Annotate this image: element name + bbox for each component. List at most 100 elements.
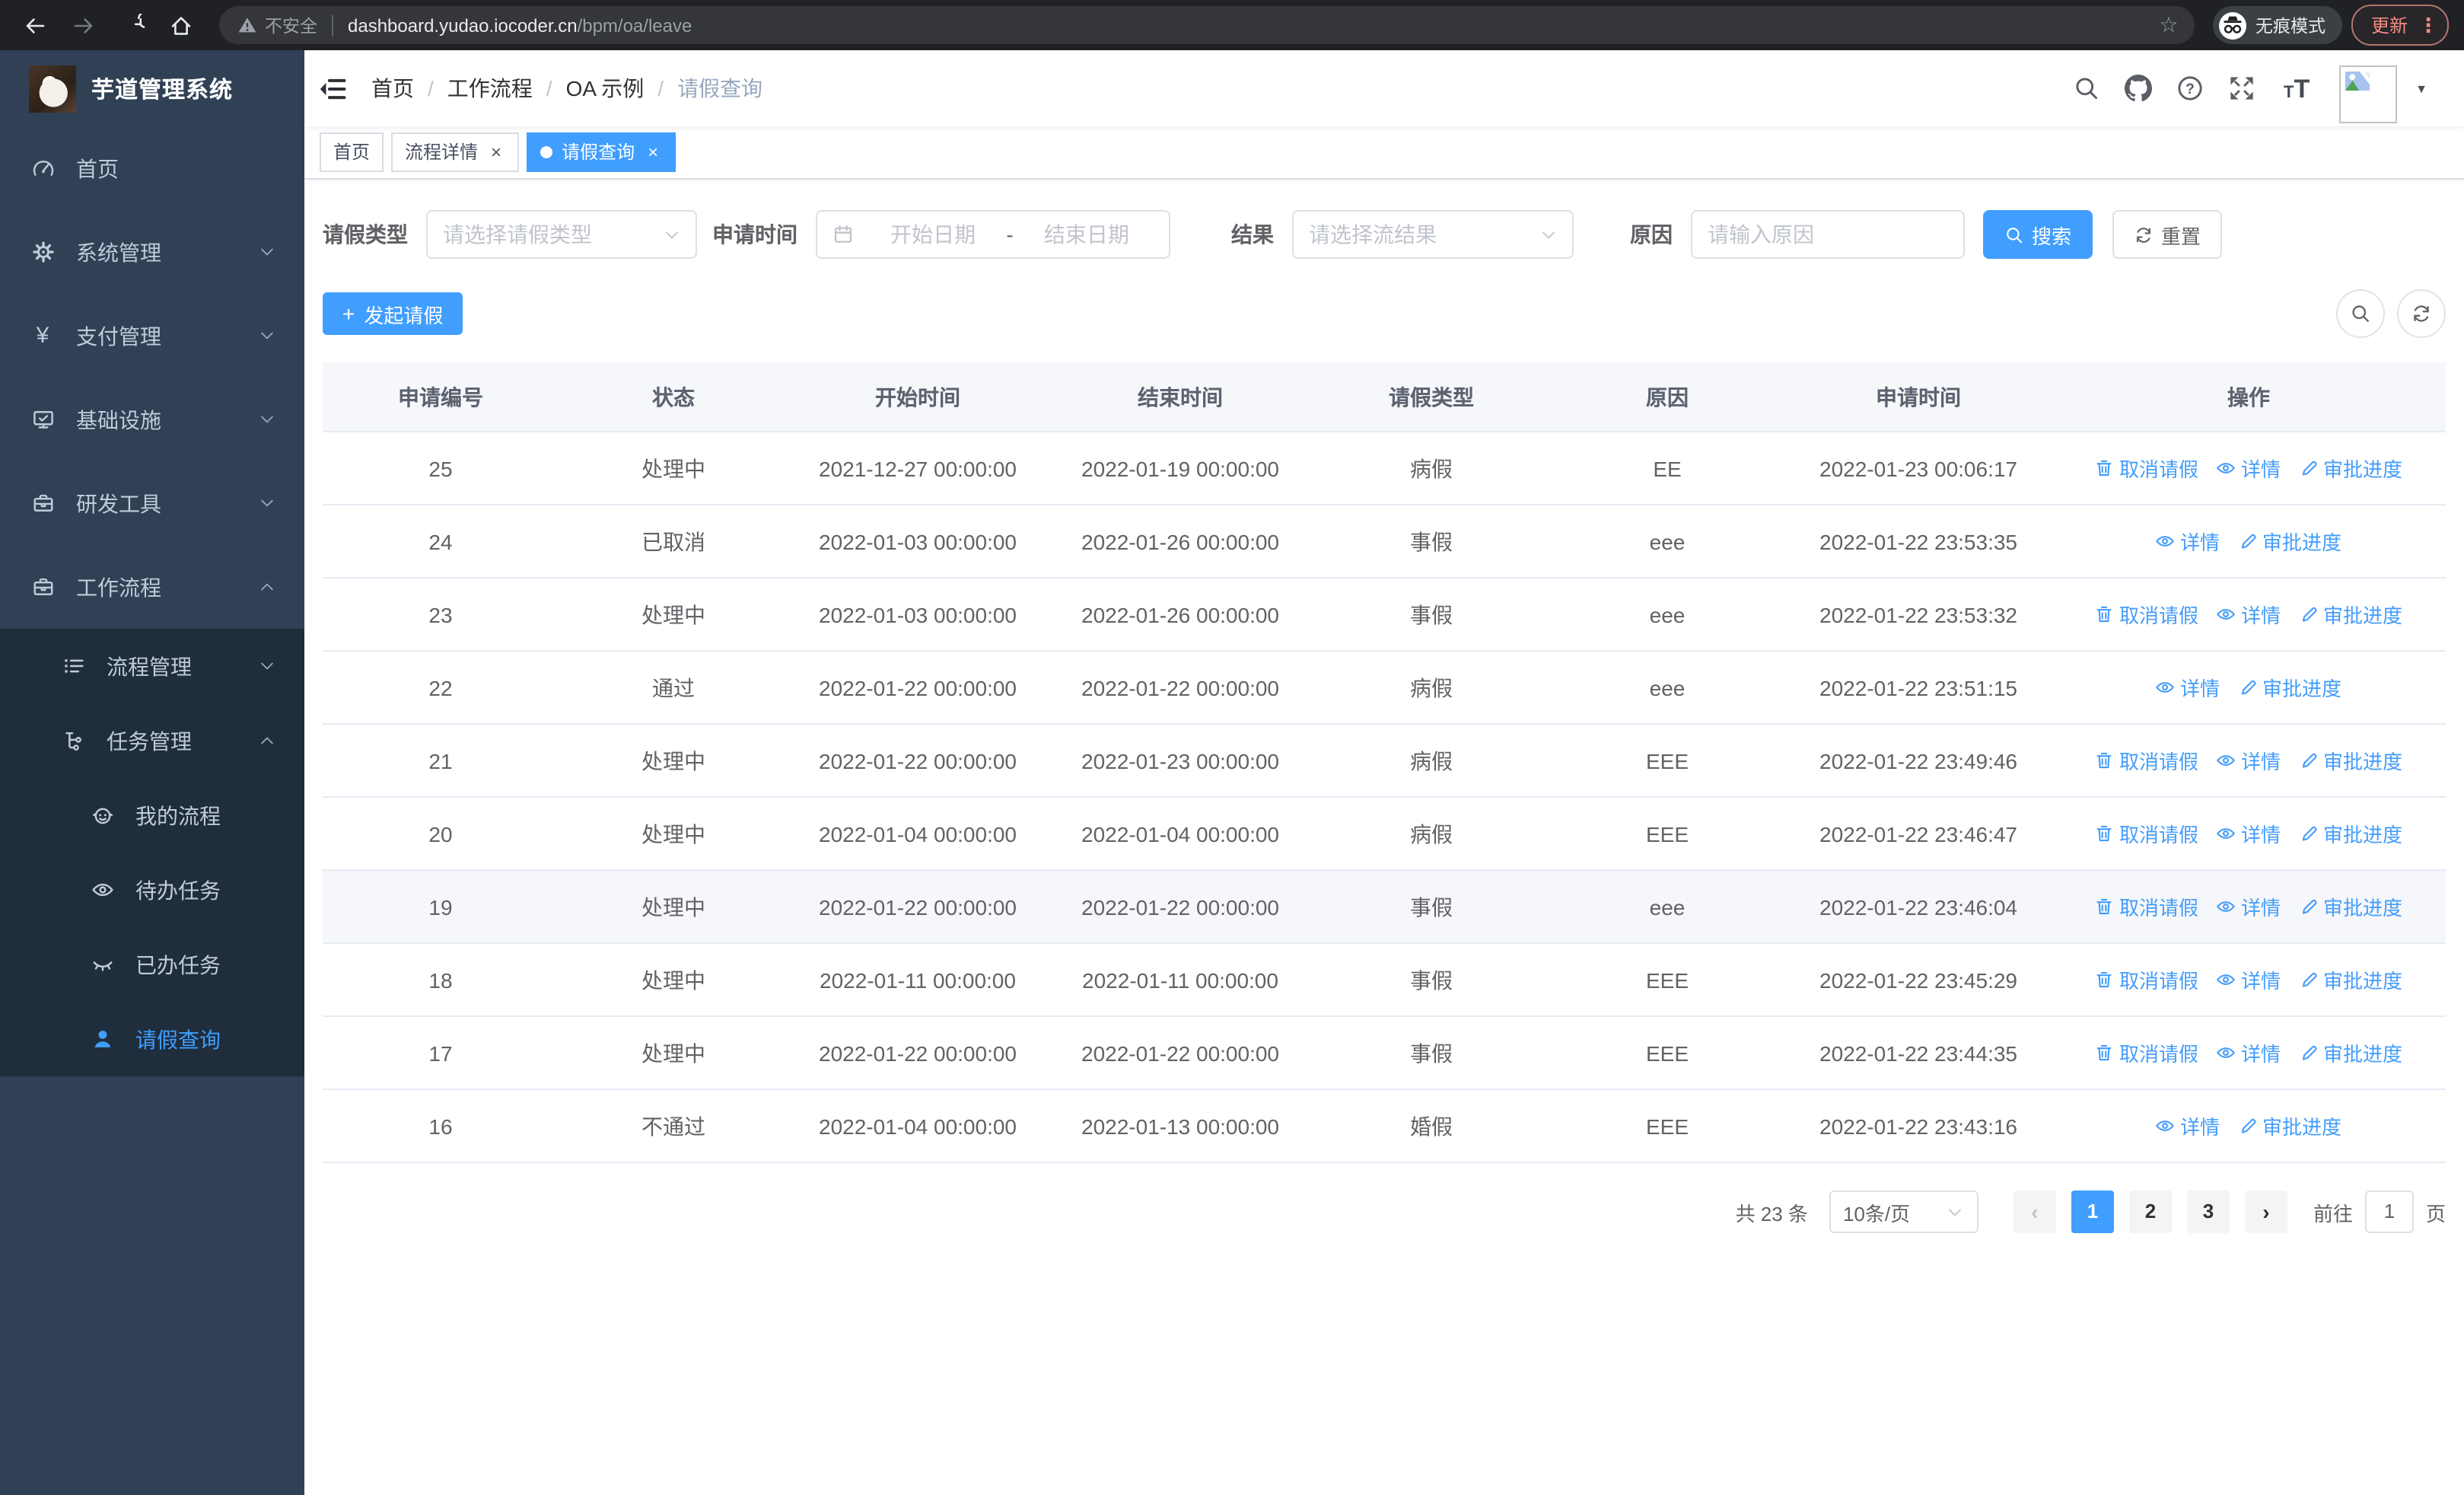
detail-link[interactable]: 详情 <box>2217 1038 2281 1067</box>
tab-close-icon[interactable]: × <box>644 134 662 171</box>
detail-link[interactable]: 详情 <box>2217 892 2281 921</box>
tab-label: 请假查询 <box>562 142 635 163</box>
sidebar-item-my-processes[interactable]: 我的流程 <box>0 778 304 853</box>
action-label: 取消请假 <box>2119 604 2198 627</box>
sidebar-item-label: 工作流程 <box>76 575 161 599</box>
app-logo <box>29 65 76 112</box>
tab-leave-query[interactable]: 请假查询 × <box>527 132 676 172</box>
cancel-leave-link[interactable]: 取消请假 <box>2095 892 2198 921</box>
cell-actions: 取消请假 详情 审批进度 <box>2052 892 2446 921</box>
detail-link[interactable]: 详情 <box>2156 1111 2220 1140</box>
action-label: 详情 <box>2240 751 2281 773</box>
leave-type-select[interactable]: 请选择请假类型 <box>426 210 697 259</box>
cancel-leave-link[interactable]: 取消请假 <box>2095 819 2198 848</box>
sidebar-item-process-management[interactable]: 流程管理 <box>0 629 304 703</box>
detail-link[interactable]: 详情 <box>2156 673 2220 702</box>
sidebar-item-workflow[interactable]: 工作流程 <box>0 545 304 629</box>
approval-progress-link[interactable]: 审批进度 <box>2299 892 2402 921</box>
sidebar-item-leave-query[interactable]: 请假查询 <box>0 1002 304 1076</box>
table-row: 21 处理中 2022-01-22 00:00:00 2022-01-23 00:00… <box>323 725 2446 798</box>
warning-icon[interactable] <box>237 15 257 35</box>
approval-progress-link[interactable]: 审批进度 <box>2238 527 2341 556</box>
forward-icon[interactable] <box>64 5 103 45</box>
sidebar-item-task-management[interactable]: 任务管理 <box>0 703 304 778</box>
home-icon[interactable] <box>161 5 201 45</box>
detail-link[interactable]: 详情 <box>2217 600 2281 629</box>
search-button[interactable]: 搜索 <box>1983 210 2093 259</box>
header-search-icon[interactable] <box>2071 74 2100 103</box>
detail-link[interactable]: 详情 <box>2217 746 2281 775</box>
reload-icon[interactable] <box>113 5 152 45</box>
detail-link[interactable]: 详情 <box>2217 819 2281 848</box>
reset-button[interactable]: 重置 <box>2112 210 2223 259</box>
cancel-leave-link[interactable]: 取消请假 <box>2095 965 2198 994</box>
detail-link[interactable]: 详情 <box>2217 965 2281 994</box>
sidebar-item-system-management[interactable]: /**/ 系统管理 <box>0 210 304 294</box>
sidebar-item-home[interactable]: 首页 <box>0 126 304 210</box>
prev-page-button[interactable]: ‹ <box>2013 1191 2056 1233</box>
tab-home[interactable]: 首页 <box>320 132 384 172</box>
tab-process-detail[interactable]: 流程详情 × <box>391 132 520 172</box>
cell-id: 25 <box>428 456 453 480</box>
approval-progress-link[interactable]: 审批进度 <box>2299 965 2402 994</box>
cancel-leave-link[interactable]: 取消请假 <box>2095 600 2198 629</box>
cell-start: 2022-01-04 00:00:00 <box>819 1114 1017 1138</box>
cell-type: 事假 <box>1410 894 1453 919</box>
sidebar-item-infrastructure[interactable]: 基础设施 <box>0 378 304 461</box>
date-separator: - <box>1006 222 1014 247</box>
show-search-button[interactable] <box>2336 289 2385 338</box>
approval-progress-link[interactable]: 审批进度 <box>2299 746 2402 775</box>
create-leave-button[interactable]: + 发起请假 <box>323 292 463 335</box>
approval-progress-link[interactable]: 审批进度 <box>2238 1111 2341 1140</box>
page-size-select[interactable]: 10条/页 <box>1829 1191 1979 1233</box>
breadcrumb-item[interactable]: OA 示例 <box>566 73 645 104</box>
browser-update-button[interactable]: 更新 ⋮ <box>2351 5 2449 46</box>
approval-progress-link[interactable]: 审批进度 <box>2299 600 2402 629</box>
edit-icon <box>2238 531 2258 551</box>
detail-link[interactable]: 详情 <box>2156 527 2220 556</box>
fullscreen-icon[interactable] <box>2227 74 2255 103</box>
page-button-1[interactable]: 1 <box>2071 1191 2114 1233</box>
page-size-value: 10条/页 <box>1842 1202 1911 1225</box>
apply-time-range[interactable]: 开始日期 - 结束日期 <box>816 210 1170 259</box>
breadcrumb-item[interactable]: 首页 <box>371 73 414 104</box>
sidebar-item-dev-tools[interactable]: 研发工具 <box>0 461 304 545</box>
url-bar[interactable]: 不安全 dashboard.yudao.iocoder.cn/bpm/oa/le… <box>219 6 2195 44</box>
sidebar-toggle-icon[interactable] <box>318 74 347 103</box>
detail-link[interactable]: 详情 <box>2217 454 2281 483</box>
approval-progress-link[interactable]: 审批进度 <box>2299 454 2402 483</box>
back-icon[interactable] <box>15 5 55 45</box>
trash-icon <box>2095 751 2115 770</box>
sidebar-item-done-tasks[interactable]: 已办任务 <box>0 927 304 1002</box>
cancel-leave-link[interactable]: 取消请假 <box>2095 746 2198 775</box>
refresh-table-button[interactable] <box>2397 289 2446 338</box>
avatar-caret-icon[interactable]: ▼ <box>2415 81 2427 95</box>
sidebar-item-payment-management[interactable]: ¥ 支付管理 <box>0 294 304 378</box>
font-size-icon[interactable]: TT <box>2278 74 2315 103</box>
tab-close-icon[interactable]: × <box>487 134 505 171</box>
cancel-leave-link[interactable]: 取消请假 <box>2095 1038 2198 1067</box>
goto-page-input[interactable]: 1 <box>2364 1191 2414 1233</box>
next-page-button[interactable]: › <box>2244 1191 2287 1233</box>
security-label: 不安全 <box>265 18 317 36</box>
result-select[interactable]: 请选择流结果 <box>1292 210 1574 259</box>
approval-progress-link[interactable]: 审批进度 <box>2238 673 2341 702</box>
sidebar-item-todo-tasks[interactable]: 待办任务 <box>0 853 304 927</box>
table-body: 25 处理中 2021-12-27 00:00:00 2022-01-19 00:00… <box>323 432 2446 1163</box>
help-icon[interactable]: ? <box>2175 74 2204 103</box>
approval-progress-link[interactable]: 审批进度 <box>2299 819 2402 848</box>
browser-menu-icon[interactable]: ⋮ <box>2418 13 2438 37</box>
reason-input[interactable]: 请输入原因 <box>1691 210 1965 259</box>
breadcrumb-item[interactable]: 工作流程 <box>447 73 533 104</box>
github-icon[interactable] <box>2123 74 2152 103</box>
start-date-placeholder[interactable]: 开始日期 <box>866 219 1000 250</box>
cancel-leave-link[interactable]: 取消请假 <box>2095 454 2198 483</box>
page-button-2[interactable]: 2 <box>2128 1191 2172 1233</box>
avatar[interactable] <box>2339 65 2398 123</box>
end-date-placeholder[interactable]: 结束日期 <box>1020 219 1154 250</box>
page-button-3[interactable]: 3 <box>2186 1191 2230 1233</box>
approval-progress-link[interactable]: 审批进度 <box>2299 1038 2402 1067</box>
app-logo-row[interactable]: 芋道管理系统 <box>0 50 304 126</box>
bookmark-star-icon[interactable]: ☆ <box>2152 12 2185 38</box>
screen: 不安全 dashboard.yudao.iocoder.cn/bpm/oa/le… <box>0 0 2464 1495</box>
